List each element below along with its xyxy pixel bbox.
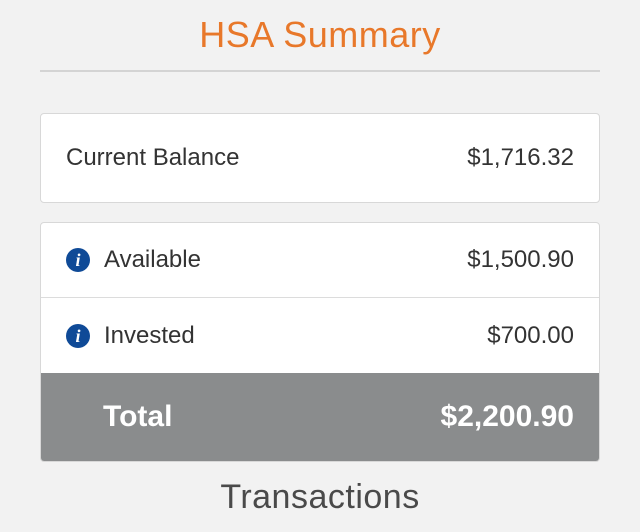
available-row: i Available $1,500.90 bbox=[41, 223, 599, 298]
invested-left: i Invested bbox=[66, 322, 195, 350]
info-icon[interactable]: i bbox=[66, 323, 90, 348]
invested-label: Invested bbox=[104, 321, 195, 349]
transactions-heading[interactable]: Transactions bbox=[0, 478, 640, 517]
total-label: Total bbox=[103, 400, 173, 433]
available-value: $1,500.90 bbox=[467, 246, 574, 273]
total-row: Total $2,200.90 bbox=[41, 373, 599, 461]
current-balance-label: Current Balance bbox=[66, 144, 240, 171]
invested-row: i Invested $700.00 bbox=[41, 298, 599, 373]
total-value: $2,200.90 bbox=[440, 400, 574, 433]
invested-value: $700.00 bbox=[487, 321, 574, 349]
current-balance-card: Current Balance $1,716.32 bbox=[40, 113, 600, 203]
current-balance-value: $1,716.32 bbox=[467, 144, 574, 171]
balance-breakdown-card: i Available $1,500.90 i Invested $700.00… bbox=[40, 222, 600, 462]
current-balance-row: Current Balance $1,716.32 bbox=[41, 114, 599, 202]
available-left: i Available bbox=[66, 246, 201, 274]
page-title: HSA Summary bbox=[199, 14, 441, 55]
available-label: Available bbox=[104, 246, 201, 273]
info-icon[interactable]: i bbox=[66, 248, 90, 272]
title-divider bbox=[40, 70, 600, 72]
